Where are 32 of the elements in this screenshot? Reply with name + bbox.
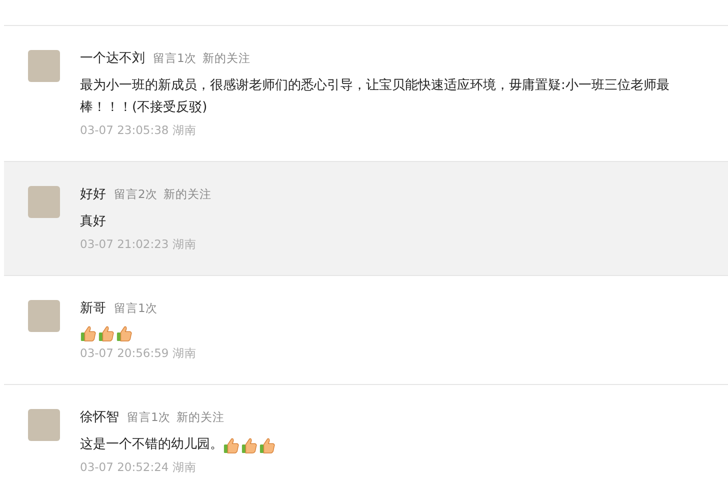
comment-region: 湖南	[172, 123, 197, 138]
avatar-photo	[28, 50, 60, 82]
user-tag: 留言1次	[114, 301, 158, 316]
comment-time: 03-07 21:02:23	[80, 237, 169, 252]
comment-region: 湖南	[172, 346, 197, 361]
avatar-photo	[28, 186, 60, 218]
user-tag: 新的关注	[176, 410, 224, 425]
user-name: 新哥	[80, 300, 106, 317]
thumbs-up-icon	[241, 436, 258, 454]
comment-region: 湖南	[172, 460, 197, 475]
comment-time: 03-07 20:56:59	[80, 346, 169, 361]
avatar-photo	[28, 409, 60, 441]
comment-time: 03-07 23:05:38	[80, 123, 169, 138]
comment-text: 真好	[80, 213, 106, 231]
avatar-photo	[28, 300, 60, 332]
thumbs-up-icon	[80, 325, 97, 342]
user-tag: 新的关注	[202, 51, 250, 66]
user-name: 一个达不刘	[80, 50, 145, 67]
comment-text: 最为小一班的新成员，很感谢老师们的悉心引导，让宝贝能快速适应环境，毋庸置疑:小一班三位老师最棒！！！(不接受反驳)	[80, 77, 670, 117]
comment-time: 03-07 20:52:24	[80, 460, 169, 475]
thumbs-up-icon	[98, 325, 115, 342]
user-tag: 留言1次	[153, 51, 196, 66]
comment-region: 湖南	[172, 237, 197, 252]
user-name: 徐怀智	[80, 409, 119, 426]
thumbs-up-icon	[259, 436, 276, 454]
thumbs-up-icon	[116, 325, 133, 342]
user-tag: 留言2次	[114, 187, 158, 202]
comment-text: 这是一个不错的幼儿园。	[80, 436, 223, 454]
user-tag: 新的关注	[163, 187, 212, 202]
thumbs-up-icon	[223, 436, 240, 454]
user-name: 好好	[80, 186, 106, 203]
user-tag: 留言1次	[127, 410, 170, 425]
